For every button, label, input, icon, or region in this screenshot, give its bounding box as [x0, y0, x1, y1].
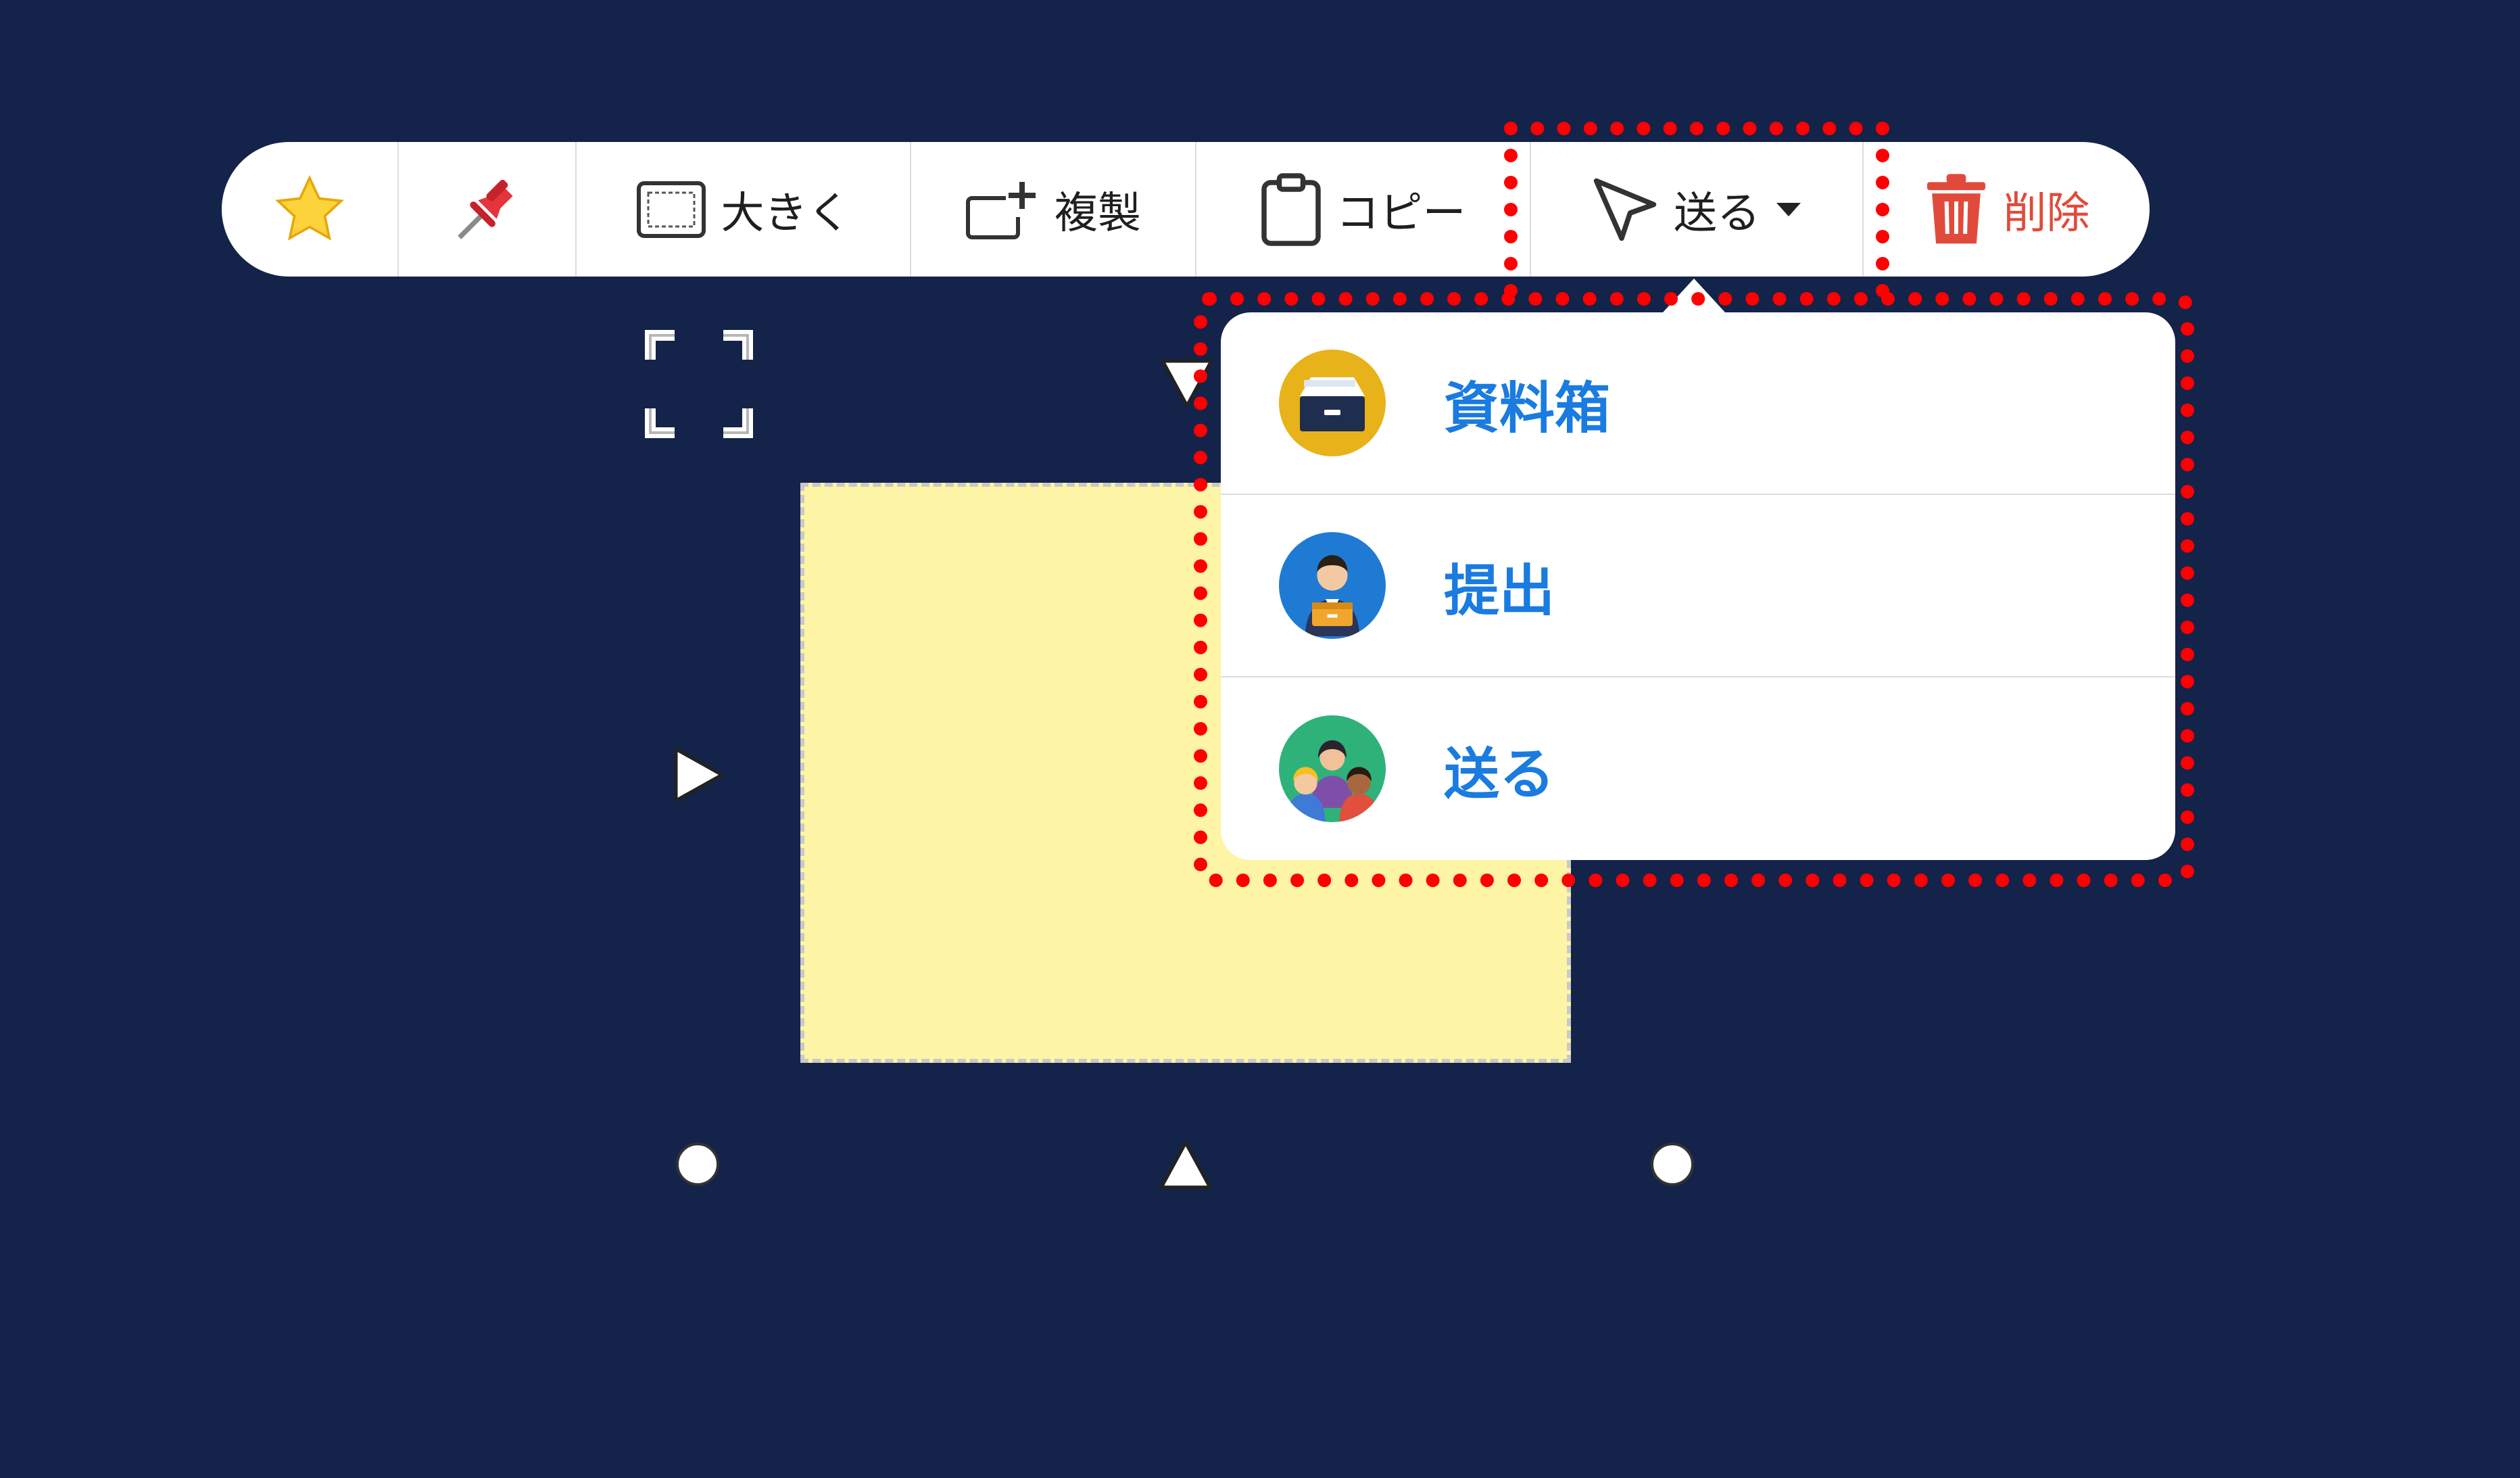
trash-icon	[1927, 173, 1985, 243]
highlight-send-button	[1504, 122, 1889, 297]
enlarge-button[interactable]: 大きく	[577, 142, 911, 277]
duplicate-add-icon	[966, 181, 1036, 239]
pushpin-icon	[457, 179, 513, 239]
copy-button[interactable]: コピー	[1196, 142, 1531, 277]
favorite-button[interactable]	[222, 142, 399, 277]
copy-label: コピー	[1336, 188, 1466, 239]
enlarge-label: 大きく	[721, 188, 851, 239]
pin-button[interactable]	[399, 142, 577, 277]
duplicate-button[interactable]: 複製	[911, 142, 1196, 277]
clipboard-icon	[1261, 172, 1321, 246]
handle-left-triangle[interactable]	[673, 746, 725, 803]
enlarge-frame-icon	[636, 181, 706, 238]
fullscreen-icon[interactable]	[645, 330, 753, 438]
handle-bottom-right-circle[interactable]	[1651, 1143, 1694, 1186]
highlight-send-menu	[1194, 292, 2194, 887]
star-icon	[275, 174, 344, 241]
delete-label: 削除	[2003, 188, 2090, 239]
handle-bottom-left-circle[interactable]	[676, 1143, 719, 1186]
duplicate-label: 複製	[1055, 188, 1141, 239]
delete-button[interactable]: 削除	[1864, 142, 2150, 277]
handle-bottom-triangle[interactable]	[1159, 1140, 1213, 1190]
